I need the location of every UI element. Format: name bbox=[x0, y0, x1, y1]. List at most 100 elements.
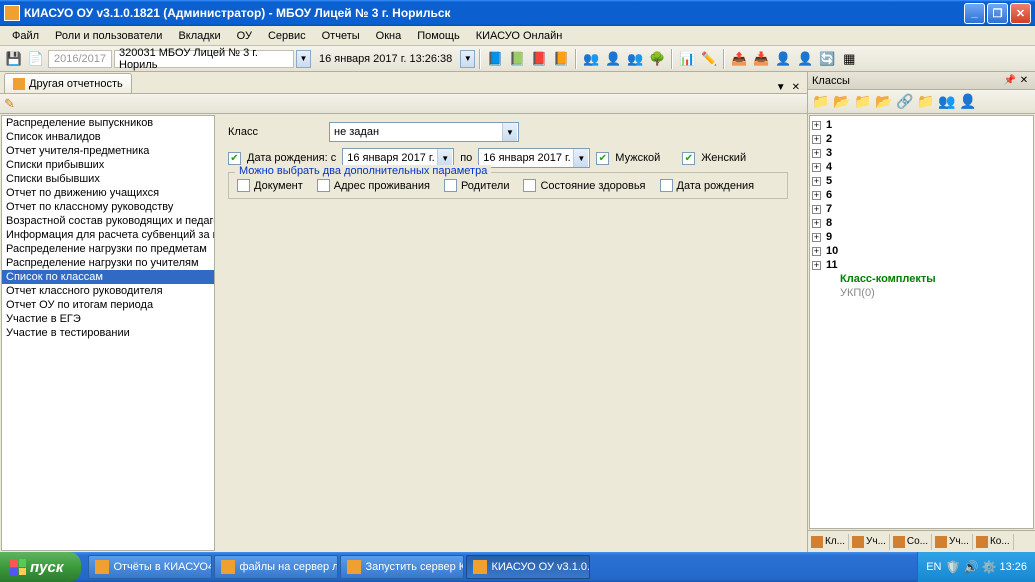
minimize-button[interactable]: _ bbox=[964, 3, 985, 24]
menu-file[interactable]: Файл bbox=[4, 28, 47, 44]
school-dropdown-icon[interactable]: ▼ bbox=[296, 50, 311, 68]
menu-roles[interactable]: Роли и пользователи bbox=[47, 28, 170, 44]
bottom-tab[interactable]: Ко... bbox=[973, 534, 1014, 550]
taskbar-task[interactable]: файлы на сервер ли... bbox=[214, 555, 338, 579]
tree-node[interactable]: +9 bbox=[812, 230, 1031, 244]
expander-icon[interactable]: + bbox=[812, 177, 821, 186]
book1-icon[interactable]: 📘 bbox=[485, 49, 505, 69]
folder5-icon[interactable]: 📁 bbox=[917, 93, 935, 111]
bottom-tab[interactable]: Уч... bbox=[849, 534, 890, 550]
refresh-icon[interactable]: 🔄 bbox=[817, 49, 837, 69]
expander-icon[interactable]: + bbox=[812, 261, 821, 270]
report-item[interactable]: Отчет классного руководителя bbox=[2, 284, 214, 298]
tree-node[interactable]: +2 bbox=[812, 132, 1031, 146]
book3-icon[interactable]: 📕 bbox=[529, 49, 549, 69]
bottom-tab[interactable]: Со... bbox=[890, 534, 932, 550]
bottom-tab[interactable]: Кл... bbox=[808, 534, 849, 550]
lang-indicator[interactable]: EN bbox=[926, 561, 941, 573]
report-item[interactable]: Участие в ЕГЭ bbox=[2, 312, 214, 326]
book2-icon[interactable]: 📗 bbox=[507, 49, 527, 69]
bottom-tab[interactable]: Уч... bbox=[932, 534, 973, 550]
tray-icon-2[interactable]: 🔊 bbox=[963, 560, 977, 574]
chart-icon[interactable]: 📊 bbox=[677, 49, 697, 69]
tree-ukp[interactable]: УКП(0) bbox=[840, 286, 1031, 300]
tree-node[interactable]: +11 bbox=[812, 258, 1031, 272]
menu-windows[interactable]: Окна bbox=[368, 28, 410, 44]
taskbar-task[interactable]: Запустить сервер К... bbox=[340, 555, 464, 579]
report-item[interactable]: Распределение выпускников bbox=[2, 116, 214, 130]
dob-checkbox[interactable]: ✔ bbox=[228, 152, 241, 165]
taskbar-task[interactable]: Отчёты в КИАСУО4 ... bbox=[88, 555, 212, 579]
tab-menu-icon[interactable]: ▼ bbox=[773, 82, 789, 93]
tray-icon-1[interactable]: 🛡️ bbox=[945, 560, 959, 574]
tab-close-icon[interactable]: ✕ bbox=[789, 82, 803, 93]
report-item[interactable]: Списки прибывших bbox=[2, 158, 214, 172]
report-item[interactable]: Отчет ОУ по итогам периода bbox=[2, 298, 214, 312]
user-red-icon[interactable]: 👤 bbox=[773, 49, 793, 69]
maximize-button[interactable]: ❐ bbox=[987, 3, 1008, 24]
menu-reports[interactable]: Отчеты bbox=[314, 28, 368, 44]
report-item[interactable]: Списки выбывших bbox=[2, 172, 214, 186]
book4-icon[interactable]: 📙 bbox=[551, 49, 571, 69]
folder4-icon[interactable]: 📂 bbox=[875, 93, 893, 111]
param-parents-checkbox[interactable] bbox=[444, 179, 457, 192]
expander-icon[interactable]: + bbox=[812, 191, 821, 200]
report-item[interactable]: Список по классам bbox=[2, 270, 214, 284]
users3-icon[interactable]: 👥 bbox=[625, 49, 645, 69]
report-item[interactable]: Отчет по классному руководству bbox=[2, 200, 214, 214]
tree-node[interactable]: +10 bbox=[812, 244, 1031, 258]
expander-icon[interactable]: + bbox=[812, 163, 821, 172]
report-item[interactable]: Информация для расчета субвенций за клас… bbox=[2, 228, 214, 242]
class-tree[interactable]: +1+2+3+4+5+6+7+8+9+10+11Класс-комплектыУ… bbox=[809, 115, 1034, 529]
param-doc-checkbox[interactable] bbox=[237, 179, 250, 192]
report-item[interactable]: Распределение нагрузки по предметам bbox=[2, 242, 214, 256]
export2-icon[interactable]: 📥 bbox=[751, 49, 771, 69]
pin-icon[interactable]: 📌 bbox=[1003, 75, 1017, 86]
param-addr-checkbox[interactable] bbox=[317, 179, 330, 192]
report-item[interactable]: Список инвалидов bbox=[2, 130, 214, 144]
save-icon[interactable]: 💾 bbox=[4, 49, 24, 69]
female-checkbox[interactable]: ✔ bbox=[682, 152, 695, 165]
taskbar-task[interactable]: КИАСУО ОУ v3.1.0.... bbox=[466, 555, 590, 579]
users2-icon[interactable]: 👤 bbox=[603, 49, 623, 69]
expander-icon[interactable]: + bbox=[812, 149, 821, 158]
tree-node[interactable]: +7 bbox=[812, 202, 1031, 216]
folder1-icon[interactable]: 📁 bbox=[812, 93, 830, 111]
report-item[interactable]: Возрастной состав руководящих и педагоги… bbox=[2, 214, 214, 228]
expander-icon[interactable]: + bbox=[812, 135, 821, 144]
tree-node[interactable]: +3 bbox=[812, 146, 1031, 160]
date-to-select[interactable]: 16 января 2017 г. ▼ bbox=[478, 148, 590, 168]
export1-icon[interactable]: 📤 bbox=[729, 49, 749, 69]
pencil-icon[interactable]: ✎ bbox=[4, 96, 20, 112]
tree-icon[interactable]: 🌳 bbox=[647, 49, 667, 69]
grid-icon[interactable]: ▦ bbox=[839, 49, 859, 69]
report-item[interactable]: Участие в тестировании bbox=[2, 326, 214, 340]
user-icon[interactable]: 👤 bbox=[959, 93, 977, 111]
edit-icon[interactable]: ✏️ bbox=[699, 49, 719, 69]
tree-node[interactable]: +5 bbox=[812, 174, 1031, 188]
report-item[interactable]: Отчет учителя-предметника bbox=[2, 144, 214, 158]
expander-icon[interactable]: + bbox=[812, 121, 821, 130]
tray-icon-3[interactable]: ⚙️ bbox=[981, 560, 995, 574]
param-dob-checkbox[interactable] bbox=[660, 179, 673, 192]
tree-node[interactable]: +1 bbox=[812, 118, 1031, 132]
link-icon[interactable]: 🔗 bbox=[896, 93, 914, 111]
report-list[interactable]: Распределение выпускниковСписок инвалидо… bbox=[1, 115, 215, 551]
menu-help[interactable]: Помощь bbox=[409, 28, 468, 44]
panel-close-icon[interactable]: ✕ bbox=[1017, 75, 1031, 86]
school-field[interactable]: 320031 МБОУ Лицей № 3 г. Нориль bbox=[114, 50, 294, 68]
menu-online[interactable]: КИАСУО Онлайн bbox=[468, 28, 571, 44]
folder2-icon[interactable]: 📂 bbox=[833, 93, 851, 111]
expander-icon[interactable]: + bbox=[812, 205, 821, 214]
user-blue-icon[interactable]: 👤 bbox=[795, 49, 815, 69]
menu-tabs[interactable]: Вкладки bbox=[170, 28, 228, 44]
report-item[interactable]: Отчет по движению учащихся bbox=[2, 186, 214, 200]
doc-icon[interactable]: 📄 bbox=[26, 49, 46, 69]
tree-node[interactable]: +6 bbox=[812, 188, 1031, 202]
datetime-dropdown-icon[interactable]: ▼ bbox=[460, 50, 475, 68]
close-button[interactable]: ✕ bbox=[1010, 3, 1031, 24]
male-checkbox[interactable]: ✔ bbox=[596, 152, 609, 165]
tree-kk[interactable]: Класс-комплекты bbox=[840, 272, 1031, 286]
tree-node[interactable]: +8 bbox=[812, 216, 1031, 230]
class-select[interactable]: не задан ▼ bbox=[329, 122, 519, 142]
